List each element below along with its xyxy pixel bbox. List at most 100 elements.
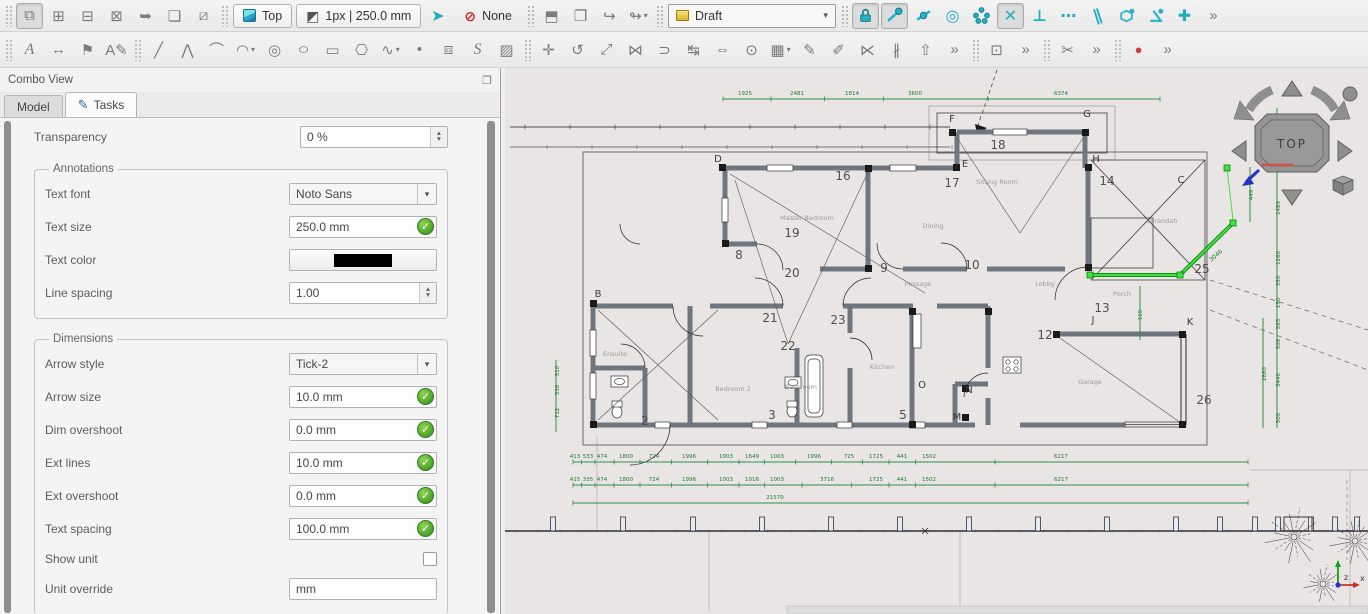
combo-caret-icon[interactable]: ▾ <box>417 184 436 204</box>
dropdown-caret-icon[interactable]: ▾ <box>644 11 648 20</box>
mini-cube-icon[interactable] <box>1333 176 1353 195</box>
snap-midpoint-icon[interactable] <box>910 3 937 29</box>
select-plane-icon[interactable]: ➥ <box>132 3 159 29</box>
navigation-cube[interactable]: TOP <box>1232 81 1357 205</box>
macro-more-icon[interactable]: » <box>1154 37 1181 63</box>
stretch-icon[interactable]: ⇔ <box>709 37 736 63</box>
snap-center-icon[interactable]: ◎ <box>939 3 966 29</box>
combo-caret-icon[interactable]: ▾ <box>417 354 436 374</box>
dropdown-caret-icon[interactable]: ▾ <box>251 45 255 54</box>
join-icon[interactable]: ⋉ <box>854 37 881 63</box>
mirror-icon[interactable]: ⋈ <box>622 37 649 63</box>
dropdown-caret-icon[interactable]: ▾ <box>396 45 400 54</box>
facebinder-icon[interactable]: ⧈ <box>435 37 462 63</box>
folder-icon[interactable]: ❐ <box>567 3 594 29</box>
text-spacing-input[interactable]: 100.0 mm <box>289 518 437 540</box>
upgrade-icon[interactable]: ⇧ <box>912 37 939 63</box>
cut-icon[interactable]: ✂ <box>1054 37 1081 63</box>
workbench-selector[interactable]: Draft▾ <box>668 4 836 28</box>
selection-more-icon[interactable]: » <box>1012 37 1039 63</box>
dropdown-caret-icon[interactable]: ▾ <box>787 45 791 54</box>
line-spacing-spinbox[interactable]: 1.00 ▲▼ <box>289 282 437 304</box>
circle-icon[interactable]: ◎ <box>261 37 288 63</box>
combo-caret-icon[interactable]: ▾ <box>823 10 828 21</box>
3d-viewport[interactable]: Master BedroomSitting RoomDiningPassageB… <box>505 68 1368 614</box>
layer-tree-multi-icon[interactable]: ⊠ <box>103 3 130 29</box>
text-font-combo[interactable]: Noto Sans ▾ <box>289 183 437 205</box>
float-panel-icon[interactable]: ❐ <box>482 74 492 87</box>
snap-near-icon[interactable] <box>1113 3 1140 29</box>
rotate-icon[interactable]: ↺ <box>564 37 591 63</box>
fillet-icon[interactable]: ⌒ <box>203 37 230 63</box>
snap-angle-icon[interactable] <box>1142 3 1169 29</box>
move-to-group-icon[interactable]: ❏ <box>161 3 188 29</box>
unit-override-input[interactable]: mm <box>289 578 437 600</box>
snap-endpoint-icon[interactable] <box>881 3 908 29</box>
line-style-button[interactable]: ◩1px | 250.0 mm <box>296 4 421 28</box>
rectangle-icon[interactable]: ▭ <box>319 37 346 63</box>
tab-tasks[interactable]: ✎ Tasks <box>65 92 138 117</box>
cut-more-icon[interactable]: » <box>1083 37 1110 63</box>
solid-box-icon[interactable]: ⬒ <box>538 3 565 29</box>
move-icon[interactable]: ✛ <box>535 37 562 63</box>
snap-perpendicular-icon[interactable]: ⊥ <box>1026 3 1053 29</box>
snap-more-icon[interactable]: » <box>1200 3 1227 29</box>
snap-lock-icon[interactable] <box>852 3 879 29</box>
tab-model[interactable]: Model <box>4 95 63 117</box>
subelement-edit-icon[interactable]: ✐ <box>825 37 852 63</box>
snap-special-icon[interactable] <box>968 3 995 29</box>
arrow-style-combo[interactable]: Tick-2 ▾ <box>289 353 437 375</box>
clone-icon[interactable]: ⊙ <box>738 37 765 63</box>
text-size-input[interactable]: 250.0 mm <box>289 216 437 238</box>
ext-overshoot-input[interactable]: 0.0 mm <box>289 485 437 507</box>
svg-text:1725: 1725 <box>869 454 883 460</box>
text-color-button[interactable] <box>289 249 437 271</box>
snap-grid-icon[interactable]: ✚ <box>1171 3 1198 29</box>
line-icon[interactable]: ╱ <box>145 37 172 63</box>
array-icon[interactable]: ▦▾ <box>767 37 794 63</box>
layer-tree-add-icon[interactable]: ⊞ <box>45 3 72 29</box>
clip-plane-icon[interactable]: ⧄ <box>190 3 217 29</box>
draft-more-icon[interactable]: » <box>941 37 968 63</box>
text-icon[interactable]: A <box>16 37 43 63</box>
dimension-icon[interactable]: ↔ <box>45 37 72 63</box>
hatch-icon[interactable]: ▨ <box>493 37 520 63</box>
scale-icon[interactable]: ⤢ <box>593 37 620 63</box>
arc-icon[interactable]: ◠▾ <box>232 37 259 63</box>
snap-intersection-icon[interactable]: ✕ <box>997 3 1024 29</box>
offset-icon[interactable]: ⊃ <box>651 37 678 63</box>
show-unit-checkbox[interactable] <box>423 552 437 566</box>
spinner-arrows-icon[interactable]: ▲▼ <box>419 283 436 303</box>
label-icon[interactable]: ⚑ <box>74 37 101 63</box>
task-content: Transparency 0 % ▲▼ Annotations Text fon… <box>16 118 478 613</box>
shapestring-icon[interactable]: A✎ <box>103 37 130 63</box>
top-view-button[interactable]: Top <box>233 4 292 28</box>
ellipse-icon[interactable]: ○ <box>285 37 321 63</box>
polyline-icon[interactable]: ⋀ <box>174 37 201 63</box>
right-scrollbar[interactable] <box>487 121 495 613</box>
arrow-size-input[interactable]: 10.0 mm <box>289 386 437 408</box>
ext-lines-input[interactable]: 10.0 mm <box>289 452 437 474</box>
edit-icon[interactable]: ✎ <box>796 37 823 63</box>
export-icon[interactable]: ↪ <box>596 3 623 29</box>
dim-overshoot-input[interactable]: 0.0 mm <box>289 419 437 441</box>
heal-arrow-icon[interactable]: ➤ <box>424 3 451 29</box>
autogroup-button[interactable]: ⊘None <box>454 4 522 28</box>
selection-box-icon[interactable]: ⊡ <box>983 37 1010 63</box>
trimex-icon[interactable]: ↹ <box>680 37 707 63</box>
spinner-arrows-icon[interactable]: ▲▼ <box>430 127 447 147</box>
split-icon[interactable]: ∦ <box>883 37 910 63</box>
transparency-spinbox[interactable]: 0 % ▲▼ <box>300 126 448 148</box>
bspline-icon[interactable]: ∿▾ <box>377 37 404 63</box>
point-icon[interactable]: • <box>406 37 433 63</box>
left-scrollbar[interactable] <box>4 121 11 613</box>
snap-parallel-icon[interactable]: ∥ <box>1081 0 1115 32</box>
layer-tree-icon[interactable]: ⊟ <box>74 3 101 29</box>
color-swatch <box>334 254 392 267</box>
macro-record-icon[interactable]: ● <box>1125 37 1152 63</box>
export-alt-icon[interactable]: ↬▾ <box>625 3 652 29</box>
polygon-icon[interactable]: ⎔ <box>348 37 375 63</box>
snap-extension-icon[interactable]: ⋯ <box>1055 3 1082 29</box>
bezier-icon[interactable]: S <box>464 37 491 63</box>
layers-icon[interactable]: ⧉ <box>16 3 43 29</box>
